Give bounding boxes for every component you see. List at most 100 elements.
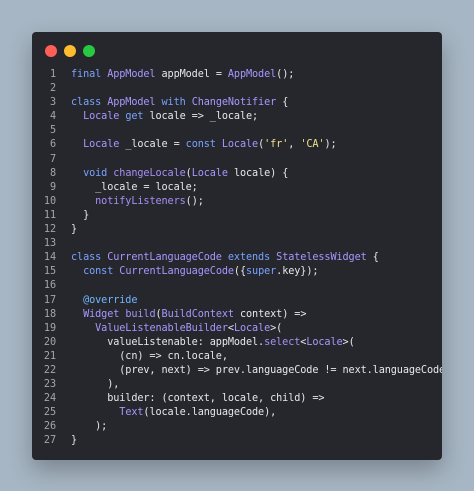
code-token: 'fr': [264, 139, 289, 151]
line-number: 22: [43, 364, 56, 376]
code-token: CurrentLanguageCode: [107, 252, 222, 264]
line-number: 2: [49, 83, 56, 95]
line-number: 5: [49, 125, 56, 137]
code-line: 1 final AppModel appModel = AppModel();: [32, 68, 442, 82]
line-number: 24: [43, 393, 56, 405]
code-line: 10 notifyListeners();: [32, 195, 442, 209]
code-content: Locale _locale = const Locale('fr', 'CA'…: [71, 138, 337, 152]
code-content: builder: (context, locale, child) =>: [71, 392, 324, 406]
code-token: }: [71, 435, 78, 447]
code-content: notifyListeners();: [71, 195, 204, 209]
close-window-button[interactable]: [45, 45, 57, 57]
code-line: 4 Locale get locale => _locale;: [32, 110, 442, 124]
code-token: (locale.languageCode),: [143, 407, 277, 419]
line-number: 18: [43, 308, 56, 320]
code-token: _locale = locale;: [71, 181, 198, 193]
code-token: ValueListenableBuilder: [95, 322, 228, 334]
code-line: 6 Locale _locale = const Locale('fr', 'C…: [32, 138, 442, 152]
code-content: }: [71, 434, 77, 448]
line-number: 19: [43, 322, 56, 334]
code-content: ),: [71, 378, 119, 392]
code-token: );: [324, 139, 337, 151]
code-line: 27}: [32, 434, 442, 448]
code-content: @override: [71, 294, 137, 308]
code-token: with: [155, 97, 192, 109]
code-editor: 1 final AppModel appModel = AppModel(); 2 3…: [32, 68, 442, 448]
code-token: void: [83, 167, 114, 179]
code-token: class: [71, 252, 108, 264]
code-token: ),: [71, 379, 120, 391]
line-number: 10: [43, 195, 56, 207]
line-number: 25: [43, 407, 56, 419]
code-token: select: [264, 336, 301, 348]
code-token: CurrentLanguageCode: [119, 266, 234, 278]
code-token: Locale: [83, 111, 120, 123]
code-token: get: [119, 111, 150, 123]
code-token: );: [71, 421, 108, 433]
line-number: 4: [49, 111, 56, 123]
line-number: 23: [43, 379, 56, 391]
code-line: 24 builder: (context, locale, child) =>: [32, 392, 442, 406]
code-line: 26 );: [32, 420, 442, 434]
code-token: StatelessWidget: [276, 252, 367, 264]
code-content: }: [71, 209, 89, 223]
code-token: ChangeNotifier: [191, 97, 277, 109]
code-token: Locale: [221, 139, 259, 151]
minimize-window-button[interactable]: [64, 45, 76, 57]
code-line: 2: [32, 82, 442, 96]
code-token: _locale =: [119, 139, 186, 151]
line-number: 12: [43, 224, 56, 236]
code-token: (prev, next) => prev.languageCode != nex…: [71, 364, 442, 376]
code-content: }: [71, 223, 77, 237]
code-token: Locale: [306, 336, 343, 348]
line-number: 20: [43, 336, 56, 348]
code-token: (cn) => cn.locale,: [71, 350, 228, 362]
code-token: ();: [185, 195, 204, 207]
code-token: Locale: [233, 322, 271, 334]
line-number: 26: [43, 421, 56, 433]
code-token: ,: [288, 139, 301, 151]
code-token: appModel =: [155, 69, 228, 80]
code-content: valueListenable: appModel.select<Locale>…: [71, 336, 355, 350]
code-token: Text: [119, 407, 144, 419]
code-line: 12}: [32, 223, 442, 237]
line-number: 8: [49, 167, 56, 179]
line-number: 7: [49, 153, 56, 165]
code-content: const CurrentLanguageCode({super.key});: [71, 265, 318, 279]
code-window: 1 final AppModel appModel = AppModel(); 2 3…: [32, 32, 442, 460]
window-titlebar: [32, 32, 442, 70]
line-number: 14: [43, 252, 56, 264]
code-line: 17 @override: [32, 294, 442, 308]
code-content: );: [71, 420, 107, 434]
line-number: 1: [49, 69, 56, 80]
code-token: super: [246, 266, 277, 278]
code-token: 'CA': [300, 139, 325, 151]
code-line: 16: [32, 279, 442, 293]
code-content: class AppModel with ChangeNotifier {: [71, 96, 288, 110]
zoom-window-button[interactable]: [83, 45, 95, 57]
code-token: locale => _locale;: [149, 111, 259, 123]
code-token: Locale: [83, 139, 120, 151]
code-line: 8 void changeLocale(Locale locale) {: [32, 167, 442, 181]
code-token: ({: [233, 266, 246, 278]
code-token: valueListenable: appModel.: [71, 336, 265, 348]
code-token: locale) {: [227, 167, 289, 179]
code-token: BuildContext: [161, 308, 235, 320]
code-line: 7: [32, 153, 442, 167]
line-number: 9: [49, 181, 56, 193]
code-token: extends: [221, 252, 277, 264]
code-token: AppModel: [107, 69, 156, 80]
code-token: Locale: [191, 167, 228, 179]
line-number: 21: [43, 350, 56, 362]
code-content: void changeLocale(Locale locale) {: [71, 167, 288, 181]
code-token: changeLocale: [113, 167, 186, 179]
code-token: {: [276, 97, 289, 109]
line-number: 27: [43, 435, 56, 447]
code-token: @override: [83, 294, 138, 306]
code-line: 5: [32, 124, 442, 138]
line-number: 11: [43, 209, 56, 221]
